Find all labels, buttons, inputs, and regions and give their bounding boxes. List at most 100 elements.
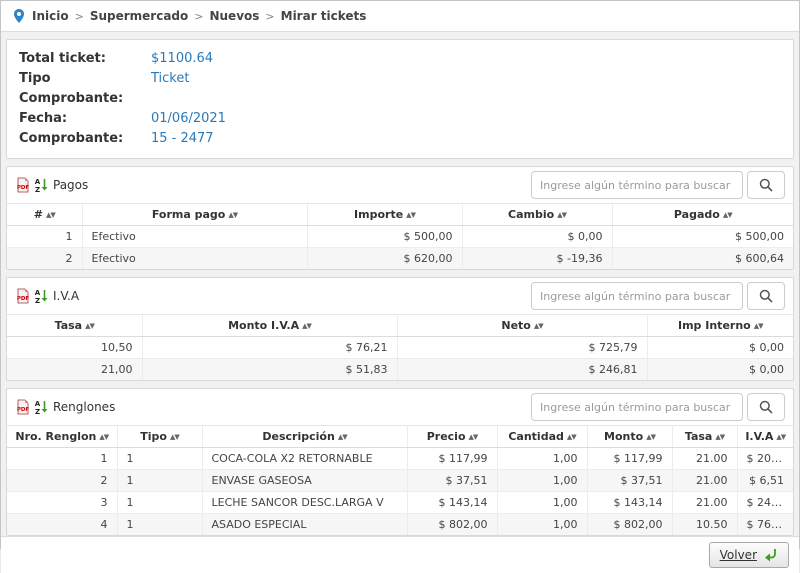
sort-arrows-icon[interactable]: ▲▼: [46, 211, 55, 219]
table-row: 10,50$ 76,21$ 725,79$ 0,00: [7, 337, 793, 359]
table-cell: 1: [7, 448, 117, 470]
summary-row: Fecha:01/06/2021: [19, 109, 781, 129]
sort-arrows-icon[interactable]: ▲▼: [646, 433, 655, 441]
sort-arrows-icon[interactable]: ▲▼: [567, 433, 576, 441]
sort-arrows-icon[interactable]: ▲▼: [469, 433, 478, 441]
table-row: 1Efectivo$ 500,00$ 0,00$ 500,00: [7, 226, 793, 248]
data-table: #▲▼Forma pago▲▼Importe▲▼Cambio▲▼Pagado▲▼…: [7, 203, 793, 269]
breadcrumb-item[interactable]: Inicio: [32, 9, 69, 23]
table-cell: 21.00: [672, 492, 737, 514]
search-icon: [758, 399, 774, 415]
breadcrumb-separator: >: [265, 10, 274, 23]
table-cell: $ 0,00: [462, 226, 612, 248]
sort-arrows-icon[interactable]: ▲▼: [228, 211, 237, 219]
column-header[interactable]: Forma pago▲▼: [82, 204, 307, 226]
sort-arrows-icon[interactable]: ▲▼: [776, 433, 785, 441]
sort-arrows-icon[interactable]: ▲▼: [723, 211, 732, 219]
search-input[interactable]: [531, 171, 743, 199]
table-row: 31LECHE SANCOR DESC.LARGA V$ 143,141,00$…: [7, 492, 793, 514]
svg-text:PDF: PDF: [17, 407, 30, 413]
column-header[interactable]: Nro. Renglon▲▼: [7, 426, 117, 448]
breadcrumb: Inicio>Supermercado>Nuevos>Mirar tickets: [1, 1, 799, 32]
table-cell: $ 600,64: [612, 248, 793, 270]
search-button[interactable]: [747, 171, 785, 199]
table-cell: $ 143,14: [587, 492, 672, 514]
sort-arrows-icon[interactable]: ▲▼: [715, 433, 724, 441]
column-label: Precio: [427, 430, 466, 443]
column-header[interactable]: Precio▲▼: [407, 426, 497, 448]
search-input[interactable]: [531, 393, 743, 421]
breadcrumb-separator: >: [75, 10, 84, 23]
table-row: 11COCA-COLA X2 RETORNABLE$ 117,991,00$ 1…: [7, 448, 793, 470]
table-cell: ENVASE GASEOSA: [202, 470, 407, 492]
tables-container: PDF AZ Pagos #▲▼Forma pago▲▼Importe▲▼Cam…: [1, 159, 799, 536]
column-header[interactable]: Importe▲▼: [307, 204, 462, 226]
svg-text:Z: Z: [35, 297, 40, 304]
sort-arrows-icon[interactable]: ▲▼: [170, 433, 179, 441]
table-cell: $ 0,00: [647, 359, 793, 381]
table-cell: $ 117,99: [587, 448, 672, 470]
breadcrumb-item[interactable]: Nuevos: [209, 9, 259, 23]
column-header[interactable]: Tipo▲▼: [117, 426, 202, 448]
column-header[interactable]: Cambio▲▼: [462, 204, 612, 226]
table-cell: 1: [117, 492, 202, 514]
sort-arrows-icon[interactable]: ▲▼: [406, 211, 415, 219]
table-cell: 1: [117, 470, 202, 492]
column-label: Imp Interno: [678, 319, 751, 332]
table-row: 41ASADO ESPECIAL$ 802,001,00$ 802,0010.5…: [7, 514, 793, 536]
pdf-export-icon[interactable]: PDF: [15, 177, 31, 193]
column-header[interactable]: Monto I.V.A▲▼: [142, 315, 397, 337]
sort-arrows-icon[interactable]: ▲▼: [534, 322, 543, 330]
column-header[interactable]: Cantidad▲▼: [497, 426, 587, 448]
sort-arrows-icon[interactable]: ▲▼: [557, 211, 566, 219]
table-row: 21ENVASE GASEOSA$ 37,511,00$ 37,5121.00$…: [7, 470, 793, 492]
breadcrumb-item[interactable]: Mirar tickets: [281, 9, 367, 23]
sort-arrows-icon[interactable]: ▲▼: [754, 322, 763, 330]
table-cell: $ 6,51: [737, 470, 793, 492]
column-header[interactable]: I.V.A▲▼: [737, 426, 793, 448]
pdf-export-icon[interactable]: PDF: [15, 399, 31, 415]
summary-row: Total ticket:$1100.64: [19, 49, 781, 69]
column-header[interactable]: Tasa▲▼: [7, 315, 142, 337]
table-cell: 10,50: [7, 337, 142, 359]
table-panel: PDF AZ Renglones Nro. Renglon▲▼Tipo▲▼Des…: [6, 388, 794, 536]
column-header[interactable]: Imp Interno▲▼: [647, 315, 793, 337]
breadcrumb-item[interactable]: Supermercado: [90, 9, 188, 23]
sort-az-icon[interactable]: AZ: [33, 288, 49, 304]
column-header[interactable]: Neto▲▼: [397, 315, 647, 337]
header-row: Tasa▲▼Monto I.V.A▲▼Neto▲▼Imp Interno▲▼: [7, 315, 793, 337]
pdf-export-icon[interactable]: PDF: [15, 288, 31, 304]
sort-az-icon[interactable]: AZ: [33, 399, 49, 415]
search-button[interactable]: [747, 282, 785, 310]
table-cell: LECHE SANCOR DESC.LARGA V: [202, 492, 407, 514]
data-table: Nro. Renglon▲▼Tipo▲▼Descripción▲▼Precio▲…: [7, 425, 793, 535]
page: Inicio>Supermercado>Nuevos>Mirar tickets…: [0, 0, 800, 549]
column-label: Cantidad: [508, 430, 564, 443]
column-header[interactable]: Monto▲▼: [587, 426, 672, 448]
sort-az-icon[interactable]: AZ: [33, 177, 49, 193]
sort-arrows-icon[interactable]: ▲▼: [338, 433, 347, 441]
search-button[interactable]: [747, 393, 785, 421]
column-header[interactable]: Tasa▲▼: [672, 426, 737, 448]
table-cell: 1,00: [497, 492, 587, 514]
column-label: Tasa: [55, 319, 82, 332]
table-cell: $ -19,36: [462, 248, 612, 270]
search-icon: [758, 177, 774, 193]
summary-value: $1100.64: [151, 49, 213, 69]
table-cell: 2: [7, 470, 117, 492]
search-input[interactable]: [531, 282, 743, 310]
sort-arrows-icon[interactable]: ▲▼: [85, 322, 94, 330]
table-cell: $ 0,00: [647, 337, 793, 359]
column-header[interactable]: #▲▼: [7, 204, 82, 226]
column-label: Cambio: [508, 208, 554, 221]
table-cell: 21,00: [7, 359, 142, 381]
sort-arrows-icon[interactable]: ▲▼: [302, 322, 311, 330]
table-cell: $ 620,00: [307, 248, 462, 270]
breadcrumb-items: Inicio>Supermercado>Nuevos>Mirar tickets: [32, 9, 366, 23]
table-cell: $ 51,83: [142, 359, 397, 381]
column-header[interactable]: Descripción▲▼: [202, 426, 407, 448]
svg-text:A: A: [35, 289, 41, 297]
volver-button[interactable]: Volver: [709, 542, 789, 568]
sort-arrows-icon[interactable]: ▲▼: [99, 433, 108, 441]
column-header[interactable]: Pagado▲▼: [612, 204, 793, 226]
